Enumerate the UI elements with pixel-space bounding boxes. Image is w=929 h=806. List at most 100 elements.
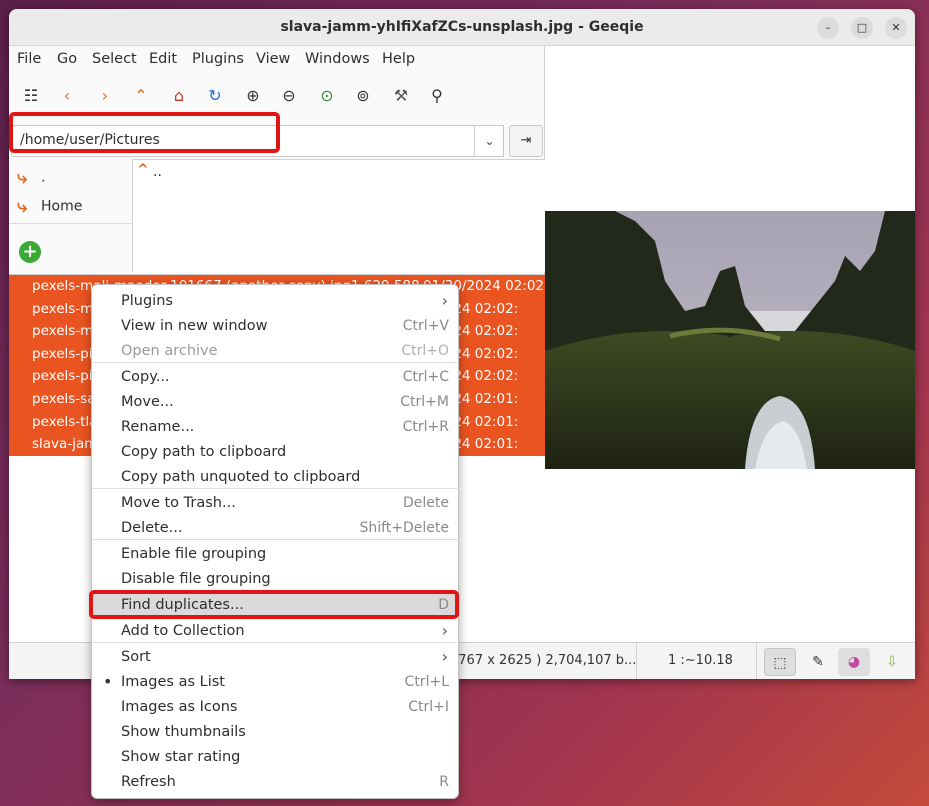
menu-item-move-to-trash[interactable]: Move to Trash... Delete xyxy=(92,491,458,516)
menu-item-plugins[interactable]: Plugins › xyxy=(92,289,458,314)
menu-item-label: Copy path to clipboard xyxy=(121,444,287,460)
menu-item-label: Rename... xyxy=(121,419,195,435)
menu-help[interactable]: Help xyxy=(382,51,415,67)
menu-view[interactable]: View xyxy=(256,51,290,67)
menu-plugins[interactable]: Plugins xyxy=(192,51,244,67)
save-button[interactable]: ⇩ xyxy=(876,648,908,676)
window-title: slava-jamm-yhIfiXafZCs-unsplash.jpg - Ge… xyxy=(280,19,644,35)
context-menu: Plugins › View in new window Ctrl+V Open arc… xyxy=(91,284,459,799)
menu-item-move[interactable]: Move... Ctrl+M xyxy=(92,390,458,415)
zoom-level-text: 1 :~10.18 xyxy=(668,653,733,668)
highlight-find-duplicates-annotation xyxy=(89,590,459,619)
menu-item-label: Images as List xyxy=(121,674,225,690)
submenu-arrow-icon: › xyxy=(441,621,448,640)
menu-item-delete[interactable]: Delete... Shift+Delete xyxy=(92,516,458,541)
menu-item-show-star-rating[interactable]: Show star rating xyxy=(92,745,458,770)
minimize-button[interactable]: – xyxy=(817,17,839,39)
menu-item-label: Add to Collection xyxy=(121,623,245,639)
menu-item-copy-path-to-clipboard[interactable]: Copy path to clipboard xyxy=(92,440,458,465)
bookmark-arrow-icon: ⤷ xyxy=(17,196,28,217)
menu-edit[interactable]: Edit xyxy=(149,51,177,67)
menu-item-label: Copy... xyxy=(121,369,170,385)
exif-rotate-button[interactable]: ⬚ xyxy=(764,648,796,676)
menu-item-refresh[interactable]: Refresh R xyxy=(92,770,458,795)
bookmark-label: Home xyxy=(41,198,83,215)
submenu-arrow-icon: › xyxy=(441,291,448,310)
menu-file[interactable]: File xyxy=(17,51,41,67)
divider xyxy=(756,643,757,679)
menu-item-copy-path-unquoted-to-clipboard[interactable]: Copy path unquoted to clipboard xyxy=(92,465,458,490)
zoom-in-icon[interactable]: ⊕ xyxy=(241,84,265,108)
menu-item-label: Sort xyxy=(121,649,151,665)
image-preview[interactable] xyxy=(545,211,915,469)
menu-item-disable-file-grouping[interactable]: Disable file grouping xyxy=(92,567,458,592)
menu-item-label: Disable file grouping xyxy=(121,571,271,587)
menu-item-label: Show star rating xyxy=(121,749,241,765)
landscape-image xyxy=(545,211,915,469)
menu-go[interactable]: Go xyxy=(57,51,77,67)
close-button[interactable]: ✕ xyxy=(885,17,907,39)
zoom-original-icon[interactable]: ⊚ xyxy=(351,84,375,108)
zoom-out-icon[interactable]: ⊖ xyxy=(277,84,301,108)
menu-item-enable-file-grouping[interactable]: Enable file grouping xyxy=(92,542,458,567)
submenu-arrow-icon: › xyxy=(441,647,448,666)
menu-item-sort[interactable]: Sort › xyxy=(92,645,458,670)
home-icon[interactable]: ⌂ xyxy=(167,84,191,108)
menu-item-accelerator: Ctrl+I xyxy=(408,699,449,715)
color-profile-button[interactable]: ◕ xyxy=(838,648,870,676)
radio-bullet-icon: • xyxy=(103,672,113,691)
menu-item-show-thumbnails[interactable]: Show thumbnails xyxy=(92,720,458,745)
menu-item-accelerator: Shift+Delete xyxy=(359,520,449,536)
menu-separator xyxy=(93,642,459,643)
exif-rotate-icon: ⬚ xyxy=(773,655,787,671)
path-dropdown-icon[interactable]: ⌄ xyxy=(474,125,504,157)
back-icon[interactable]: ‹ xyxy=(55,84,79,108)
zoom-fit-icon[interactable]: ⊙ xyxy=(315,84,339,108)
image-info-text: 3767 x 2625 ) 2,704,107 b... xyxy=(450,653,637,668)
menu-item-images-as-list[interactable]: Images as List Ctrl+L • xyxy=(92,670,458,695)
bookmark-home[interactable]: ⤷ Home xyxy=(17,196,82,222)
color-picker-icon: ✎ xyxy=(812,654,824,670)
menu-item-accelerator: Ctrl+R xyxy=(402,419,449,435)
forward-icon[interactable]: › xyxy=(93,84,117,108)
color-picker-button[interactable]: ✎ xyxy=(802,648,834,676)
menu-item-label: Plugins xyxy=(121,293,173,309)
menu-item-rename[interactable]: Rename... Ctrl+R xyxy=(92,415,458,440)
menu-item-label: Move to Trash... xyxy=(121,495,236,511)
file-name: pexels-m xyxy=(32,323,94,340)
menu-windows[interactable]: Windows xyxy=(305,51,370,67)
menu-item-accelerator: Delete xyxy=(403,495,449,511)
path-go-button[interactable]: ⇥ xyxy=(509,125,543,157)
menu-item-view-in-new-window[interactable]: View in new window Ctrl+V xyxy=(92,314,458,339)
file-name: slava-jam xyxy=(32,436,98,453)
file-name: pexels-pi xyxy=(32,368,93,385)
title-bar[interactable]: slava-jamm-yhIfiXafZCs-unsplash.jpg - Ge… xyxy=(9,9,915,46)
parent-folder-item[interactable]: .. xyxy=(153,164,162,180)
preferences-icon[interactable]: ⚒ xyxy=(389,84,413,108)
menu-item-images-as-icons[interactable]: Images as Icons Ctrl+I xyxy=(92,695,458,720)
menu-item-copy[interactable]: Copy... Ctrl+C xyxy=(92,365,458,390)
pin-icon[interactable]: ⚲ xyxy=(425,84,449,108)
highlight-path-annotation xyxy=(9,112,280,153)
bookmark-current[interactable]: ⤷. xyxy=(17,167,45,193)
menu-item-label: Refresh xyxy=(121,774,176,790)
menu-item-label: View in new window xyxy=(121,318,268,334)
menu-item-accelerator: Ctrl+M xyxy=(400,394,449,410)
menu-item-label: Enable file grouping xyxy=(121,546,267,562)
menu-item-accelerator: Ctrl+L xyxy=(404,674,449,690)
image-view-pane[interactable] xyxy=(545,46,915,642)
folder-up-icon: ^ xyxy=(137,162,149,178)
menu-item-label: Images as Icons xyxy=(121,699,238,715)
up-icon[interactable]: ⌃ xyxy=(129,84,153,108)
refresh-icon[interactable]: ↻ xyxy=(203,84,227,108)
menu-select[interactable]: Select xyxy=(92,51,137,67)
divider xyxy=(9,223,133,224)
menu-item-label: Delete... xyxy=(121,520,183,536)
thumbnails-icon[interactable]: ☷ xyxy=(19,84,43,108)
maximize-button[interactable]: □ xyxy=(851,17,873,39)
bookmark-arrow-icon: ⤷ xyxy=(17,167,28,188)
menu-item-add-to-collection[interactable]: Add to Collection › xyxy=(92,619,458,644)
add-bookmark-icon[interactable]: + xyxy=(19,241,41,263)
divider xyxy=(636,643,637,679)
menu-separator xyxy=(93,362,459,363)
